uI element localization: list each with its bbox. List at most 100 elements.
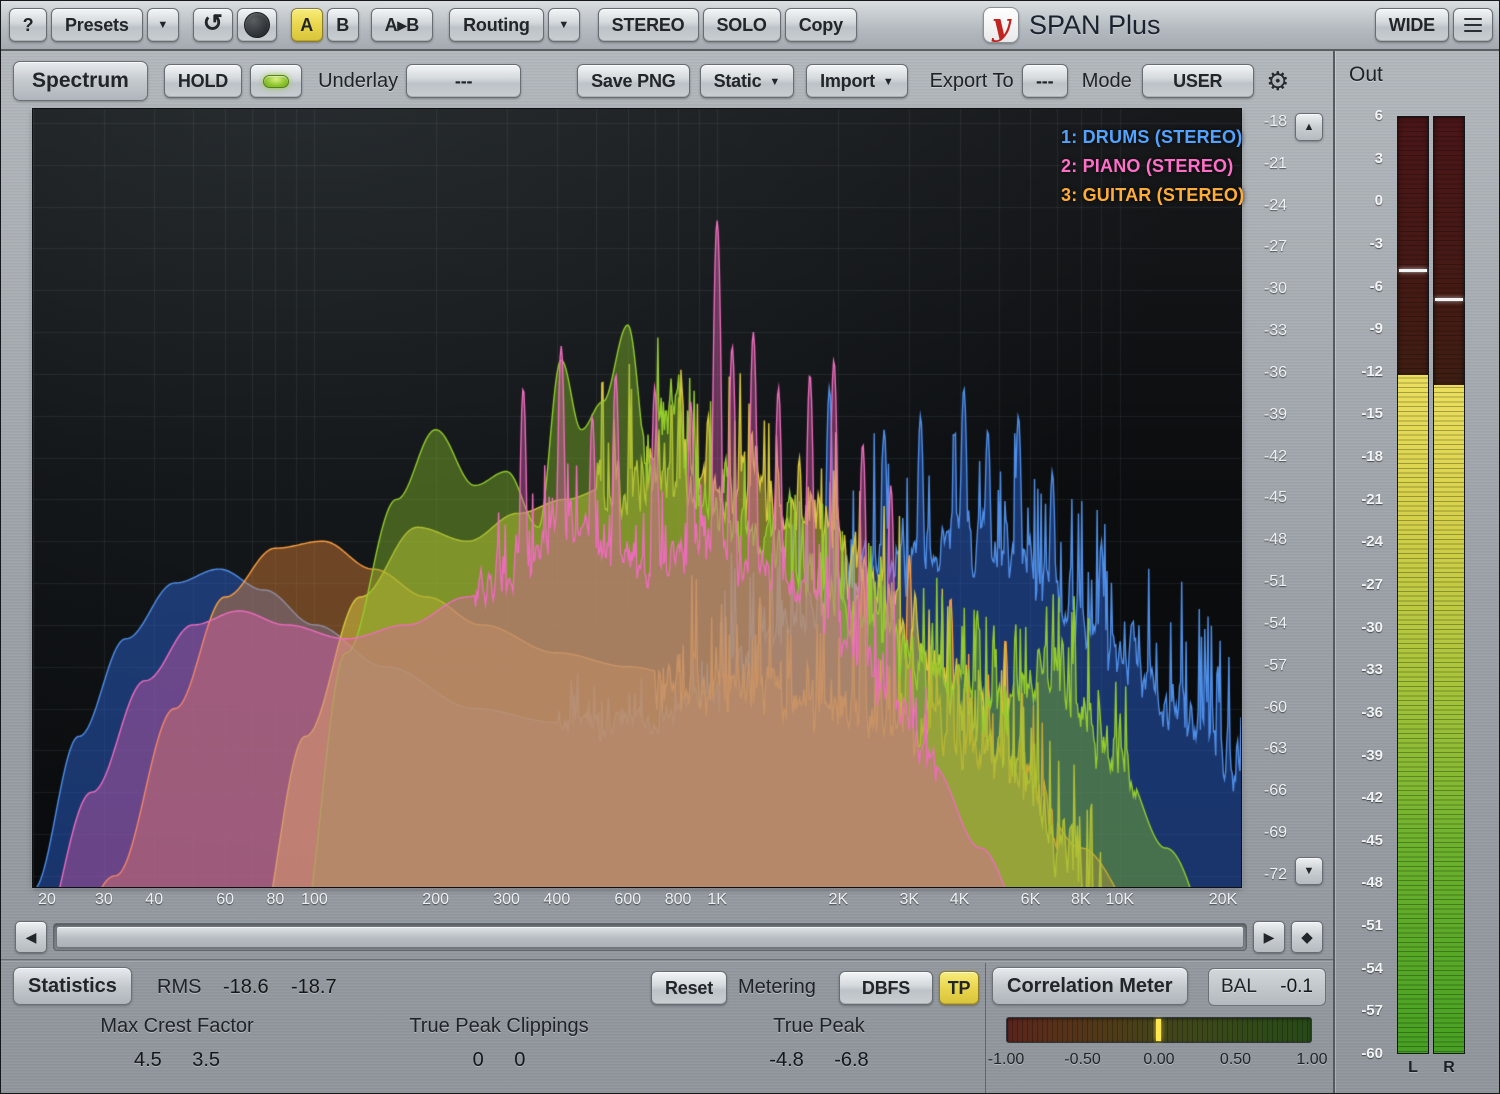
meter-bar-r[interactable]: [1433, 116, 1465, 1054]
freq-tick-label: 8K: [1071, 891, 1091, 909]
db-tick-label: -45: [1245, 489, 1287, 507]
scroll-left-button[interactable]: ◀: [15, 921, 47, 953]
db-tick-label: -36: [1245, 364, 1287, 382]
freq-tick-label: 3K: [899, 891, 919, 909]
meter-bar-l[interactable]: [1397, 116, 1429, 1054]
freq-tick-label: 6K: [1021, 891, 1041, 909]
span-plus-window: ? Presets ▼ ↺ A B A▸B Routing ▼ STEREO S…: [0, 0, 1500, 1094]
tab-spectrum: Spectrum: [13, 61, 148, 101]
balance-display[interactable]: BAL -0.1: [1208, 968, 1326, 1006]
correlation-scale: -1.00-0.500.000.501.00: [1006, 1051, 1312, 1071]
db-tick-label: -30: [1245, 280, 1287, 298]
solo-button[interactable]: SOLO: [703, 8, 781, 42]
db-tick-label: -24: [1245, 197, 1287, 215]
db-tick-label: -33: [1245, 322, 1287, 340]
wide-button[interactable]: WIDE: [1375, 8, 1449, 42]
tp-button[interactable]: TP: [939, 971, 979, 1005]
correlation-scale-label: -1.00: [988, 1051, 1024, 1069]
h-scrollbar-handle[interactable]: [56, 926, 1244, 948]
ab-copy-button[interactable]: A▸B: [371, 8, 433, 42]
ab-b-button[interactable]: B: [327, 8, 359, 42]
tab-correlation-meter: Correlation Meter: [992, 967, 1188, 1005]
out-scale-label: -21: [1335, 491, 1383, 508]
bal-value: -0.1: [1280, 976, 1313, 998]
bypass-knob-button[interactable]: [237, 8, 277, 42]
legend-item: 1: DRUMS (STEREO): [1061, 127, 1244, 148]
stat-label: Max Crest Factor: [37, 1015, 317, 1038]
freq-tick-label: 30: [95, 891, 113, 909]
routing-button[interactable]: Routing: [449, 8, 544, 42]
db-tick-label: -48: [1245, 531, 1287, 549]
out-scale-label: -60: [1335, 1045, 1383, 1062]
out-scale-label: -15: [1335, 405, 1383, 422]
db-tick-label: -69: [1245, 824, 1287, 842]
routing-dropdown-button[interactable]: ▼: [548, 8, 580, 42]
presets-button[interactable]: Presets: [51, 8, 143, 42]
presets-dropdown-button[interactable]: ▼: [147, 8, 179, 42]
db-tick-label: -39: [1245, 406, 1287, 424]
correlation-indicator: [1156, 1019, 1161, 1041]
stat-true-peak-clippings: True Peak Clippings 0 0: [357, 1015, 641, 1072]
out-scale-label: 0: [1335, 192, 1383, 209]
underlay-select[interactable]: ---: [406, 64, 521, 98]
spectrum-canvas[interactable]: [33, 109, 1241, 887]
scroll-right-button[interactable]: ▶: [1253, 921, 1285, 953]
ab-a-button[interactable]: A: [291, 8, 323, 42]
stat-value-right: 0: [514, 1049, 525, 1071]
window-title: SPAN Plus: [1029, 10, 1161, 41]
freq-tick-label: 100: [301, 891, 328, 909]
diamond-icon: ◆: [1301, 928, 1313, 946]
out-scale-label: -33: [1335, 661, 1383, 678]
h-scrollbar[interactable]: [53, 923, 1247, 951]
correlation-panel: Correlation Meter BAL -0.1 -1.00-0.500.0…: [985, 963, 1333, 1094]
triangle-down-icon: ▼: [1304, 865, 1315, 877]
out-scale-label: -9: [1335, 320, 1383, 337]
dbfs-button[interactable]: DBFS: [839, 971, 933, 1005]
copy-button[interactable]: Copy: [785, 8, 857, 42]
db-tick-label: -66: [1245, 782, 1287, 800]
stat-value-left: 0: [473, 1049, 484, 1071]
triangle-left-icon: ◀: [26, 929, 37, 946]
export-to-label: Export To: [930, 70, 1014, 93]
scroll-down-button[interactable]: ▼: [1295, 857, 1323, 885]
db-tick-label: -54: [1245, 615, 1287, 633]
panel-divider: [1, 959, 1333, 962]
freq-tick-label: 4K: [950, 891, 970, 909]
range-diamond-button[interactable]: ◆: [1291, 921, 1323, 953]
stat-value-left: -4.8: [769, 1049, 803, 1071]
static-label: Static: [714, 71, 762, 92]
stat-true-peak: True Peak -4.8 -6.8: [677, 1015, 961, 1072]
import-label: Import: [820, 71, 875, 92]
mode-select[interactable]: USER: [1142, 64, 1254, 98]
correlation-bar[interactable]: [1006, 1017, 1312, 1043]
out-scale-label: -27: [1335, 576, 1383, 593]
freq-tick-label: 80: [267, 891, 285, 909]
freq-tick-label: 10K: [1106, 891, 1134, 909]
global-menu-button[interactable]: [1453, 8, 1493, 42]
spectrum-freq-scale: 20304060801002003004006008001K2K3K4K6K8K…: [33, 891, 1241, 913]
freq-tick-label: 20K: [1209, 891, 1237, 909]
meter-channel-label: R: [1433, 1059, 1465, 1077]
correlation-scale-label: 0.00: [1143, 1051, 1174, 1069]
import-dropdown-button[interactable]: Import ▼: [806, 64, 907, 98]
static-dropdown-button[interactable]: Static ▼: [700, 64, 795, 98]
save-png-button[interactable]: Save PNG: [577, 64, 689, 98]
hold-button[interactable]: HOLD: [164, 64, 242, 98]
out-scale-label: -42: [1335, 789, 1383, 806]
db-tick-label: -18: [1245, 113, 1287, 131]
help-button[interactable]: ?: [9, 8, 47, 42]
db-tick-label: -63: [1245, 740, 1287, 758]
underlay-led-button[interactable]: [250, 64, 302, 98]
reset-button[interactable]: Reset: [651, 971, 727, 1005]
scroll-up-button[interactable]: ▲: [1295, 113, 1323, 141]
tab-statistics: Statistics: [13, 967, 132, 1005]
out-scale-label: -18: [1335, 448, 1383, 465]
db-tick-label: -60: [1245, 699, 1287, 717]
export-to-select[interactable]: ---: [1022, 64, 1068, 98]
stereo-button[interactable]: STEREO: [598, 8, 699, 42]
settings-gear-button[interactable]: ⚙: [1260, 64, 1296, 98]
stat-label: True Peak: [677, 1015, 961, 1038]
freq-tick-label: 300: [493, 891, 520, 909]
undo-button[interactable]: ↺: [193, 8, 233, 42]
rms-value-right: -18.7: [291, 976, 337, 999]
